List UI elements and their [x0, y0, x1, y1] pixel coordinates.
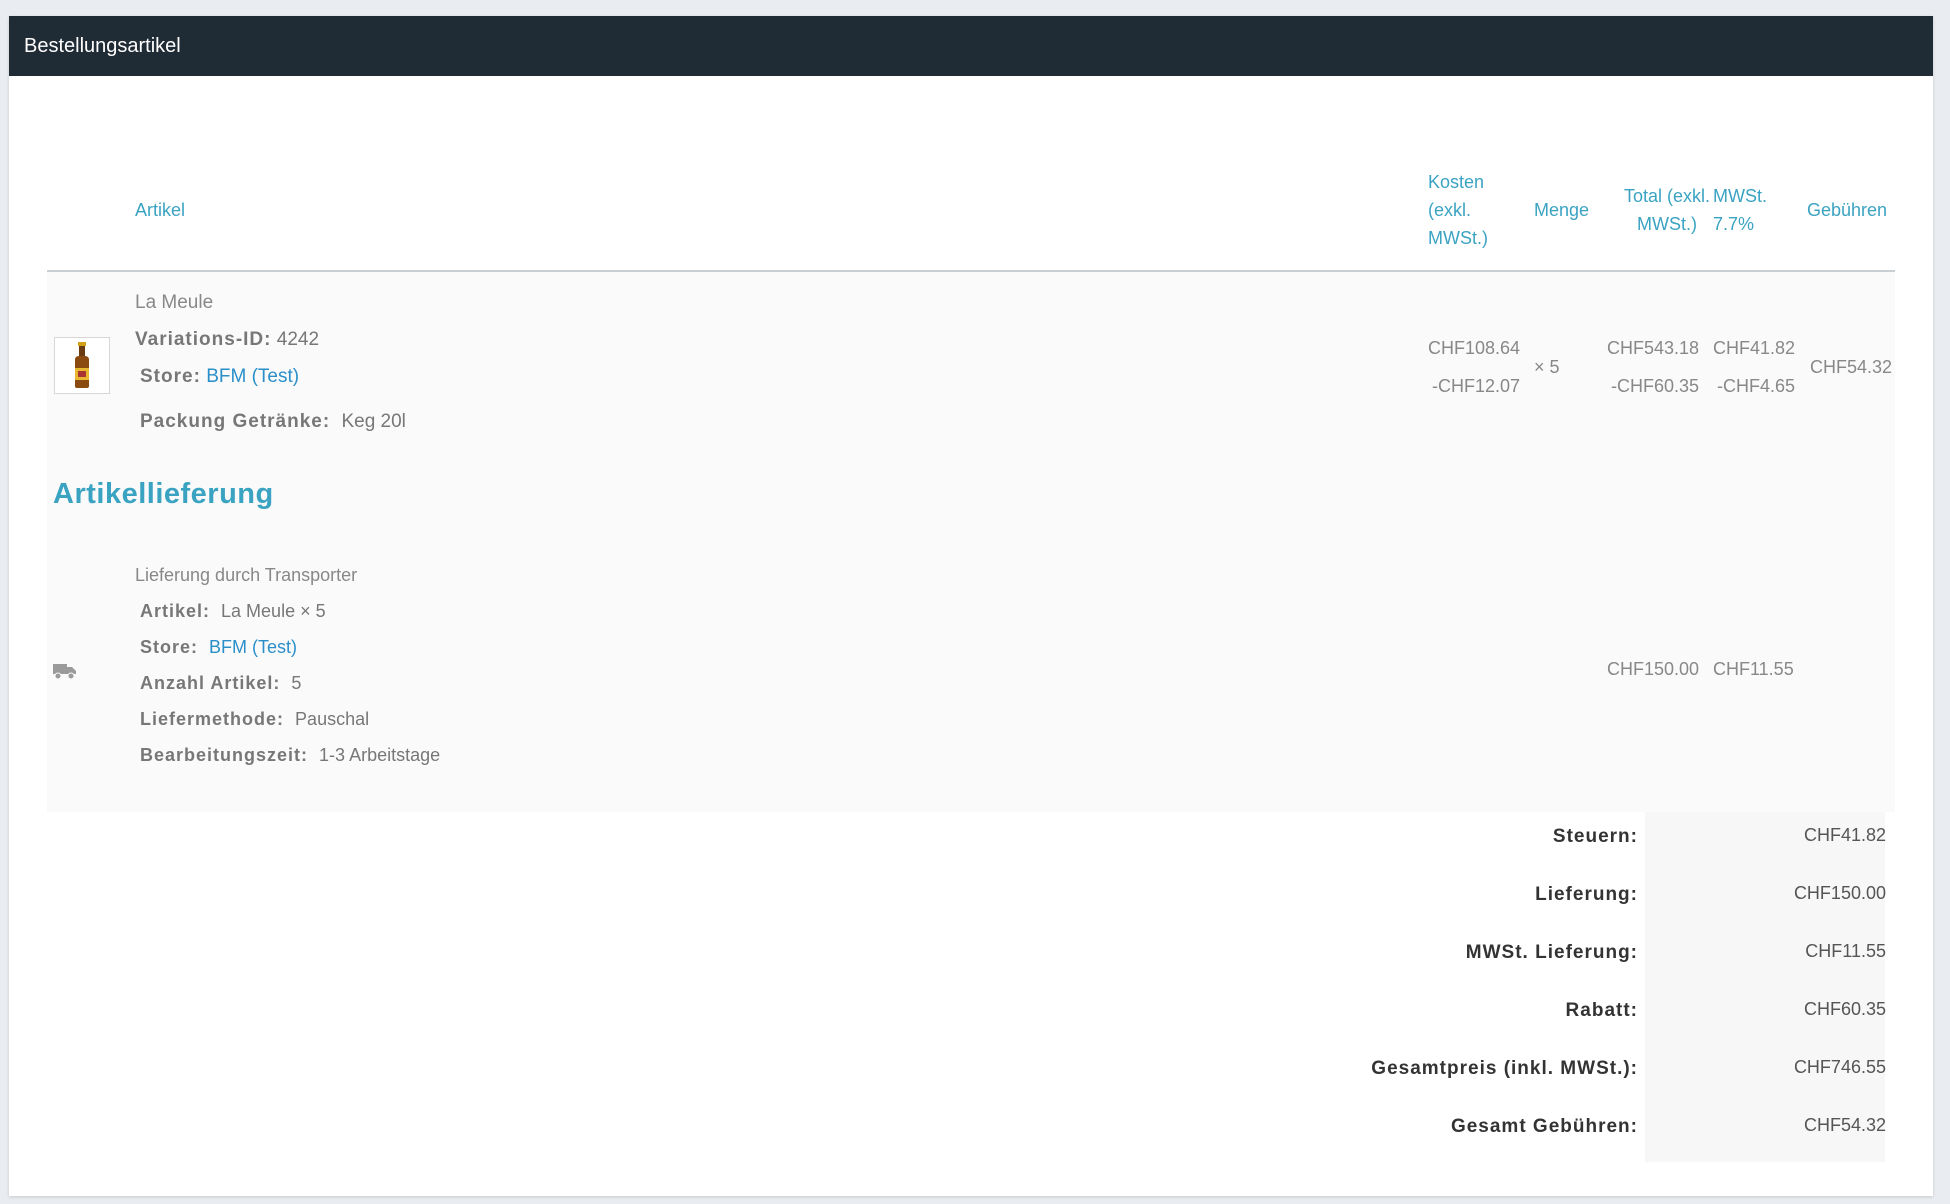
totals-value: CHF41.82 — [1803, 825, 1886, 845]
table-header: Artikel Kosten (exkl. MWSt.) Menge Total… — [47, 76, 1895, 272]
col-header-mwst-line1: MWSt. — [1713, 186, 1767, 206]
delivery-method-label: Liefermethode: — [140, 709, 285, 729]
totals-label: Steuern: — [1552, 826, 1638, 847]
delivery-time-label: Bearbeitungszeit: — [140, 745, 309, 765]
delivery-article-label: Artikel: — [140, 601, 211, 621]
col-header-kosten-line2: (exkl. — [1428, 200, 1472, 220]
delivery-store: Store: BFM (Test) — [140, 637, 297, 658]
col-header-kosten-line3: MWSt.) — [1428, 228, 1488, 248]
totals-label: Rabatt: — [1565, 1000, 1638, 1021]
pack-value: Keg 20l — [341, 411, 406, 432]
order-items-table: Artikel Kosten (exkl. MWSt.) Menge Total… — [47, 76, 1895, 812]
delivery-method-value: Pauschal — [295, 709, 370, 729]
item-store: Store: BFM (Test) — [140, 366, 299, 388]
col-header-total-line2: MWSt.) — [1637, 214, 1697, 234]
totals-row-gesamt-gebuehren: Gesamt Gebühren: CHF54.32 — [0, 1102, 1933, 1160]
col-header-menge[interactable]: Menge — [1534, 196, 1589, 224]
item-total: CHF543.18 — [1607, 338, 1700, 358]
totals-label: Gesamt Gebühren: — [1450, 1116, 1638, 1137]
totals-value: CHF11.55 — [1805, 941, 1886, 961]
item-cost-discount: -CHF12.07 — [1432, 376, 1521, 396]
col-header-gebuehren[interactable]: Gebühren — [1807, 196, 1887, 224]
item-quantity: × 5 — [1534, 357, 1560, 377]
totals-value: CHF54.32 — [1803, 1115, 1886, 1135]
col-header-total[interactable]: Total (exkl. MWSt.) — [1607, 182, 1727, 238]
delivery-heading: Artikellieferung — [53, 478, 274, 510]
totals-row-gesamtpreis: Gesamtpreis (inkl. MWSt.): CHF746.55 — [0, 1044, 1933, 1102]
totals-row-mwst-lieferung: MWSt. Lieferung: CHF11.55 — [0, 928, 1933, 986]
totals-label: MWSt. Lieferung: — [1465, 942, 1638, 963]
item-pack: Packung Getränke: Keg 20l — [140, 411, 406, 433]
delivery-time-value: 1-3 Arbeitstage — [319, 745, 441, 765]
delivery-store-label: Store: — [140, 637, 199, 657]
store-label: Store: — [140, 366, 201, 387]
store-link[interactable]: BFM (Test) — [206, 366, 299, 387]
variation-value: 4242 — [276, 329, 320, 350]
totals-row-rabatt: Rabatt: CHF60.35 — [0, 986, 1933, 1044]
panel-title: Bestellungsartikel — [9, 16, 1933, 76]
delivery-method: Liefermethode: Pauschal — [140, 709, 369, 730]
delivery-count: Anzahl Artikel: 5 — [140, 673, 301, 694]
item-tax: CHF41.82 — [1713, 338, 1796, 358]
delivery-article-value: La Meule × 5 — [221, 601, 326, 621]
delivery-total: CHF150.00 — [1607, 659, 1700, 679]
delivery-count-value: 5 — [291, 673, 302, 693]
delivery-count-label: Anzahl Artikel: — [140, 673, 281, 693]
pack-label: Packung Getränke: — [140, 411, 331, 432]
col-header-kosten-line1: Kosten — [1428, 172, 1485, 192]
totals-value: CHF150.00 — [1793, 883, 1886, 903]
delivery-article: Artikel: La Meule × 5 — [140, 601, 326, 622]
beer-bottle-icon[interactable] — [54, 337, 110, 394]
col-header-mwst-line2: 7.7% — [1713, 214, 1755, 234]
totals-value: CHF746.55 — [1793, 1057, 1886, 1077]
item-tax-discount: -CHF4.65 — [1717, 376, 1796, 396]
totals-value: CHF60.35 — [1803, 999, 1886, 1019]
delivery-tax: CHF11.55 — [1713, 659, 1794, 679]
item-fees: CHF54.32 — [1810, 357, 1893, 377]
totals-label: Gesamtpreis (inkl. MWSt.): — [1371, 1058, 1638, 1079]
variation-label: Variations-ID: — [135, 329, 272, 350]
totals-row-steuern: Steuern: CHF41.82 — [0, 812, 1933, 870]
truck-icon — [53, 662, 77, 685]
col-header-artikel[interactable]: Artikel — [135, 196, 185, 224]
col-header-kosten[interactable]: Kosten (exkl. MWSt.) — [1428, 168, 1508, 252]
totals-row-lieferung: Lieferung: CHF150.00 — [0, 870, 1933, 928]
col-header-mwst[interactable]: MWSt. 7.7% — [1713, 182, 1767, 238]
table-row: La Meule Variations-ID: 4242 Store: BFM … — [47, 272, 1895, 812]
delivery-title: Lieferung durch Transporter — [135, 565, 358, 585]
delivery-store-link[interactable]: BFM (Test) — [209, 637, 297, 657]
item-total-discount: -CHF60.35 — [1611, 376, 1700, 396]
item-cost: CHF108.64 — [1428, 338, 1521, 358]
item-variation: Variations-ID: 4242 — [135, 329, 319, 351]
delivery-time: Bearbeitungszeit: 1-3 Arbeitstage — [140, 745, 440, 766]
col-header-total-line1: Total (exkl. — [1623, 186, 1711, 206]
totals-label: Lieferung: — [1535, 884, 1638, 905]
item-name-link[interactable]: La Meule — [135, 292, 213, 314]
